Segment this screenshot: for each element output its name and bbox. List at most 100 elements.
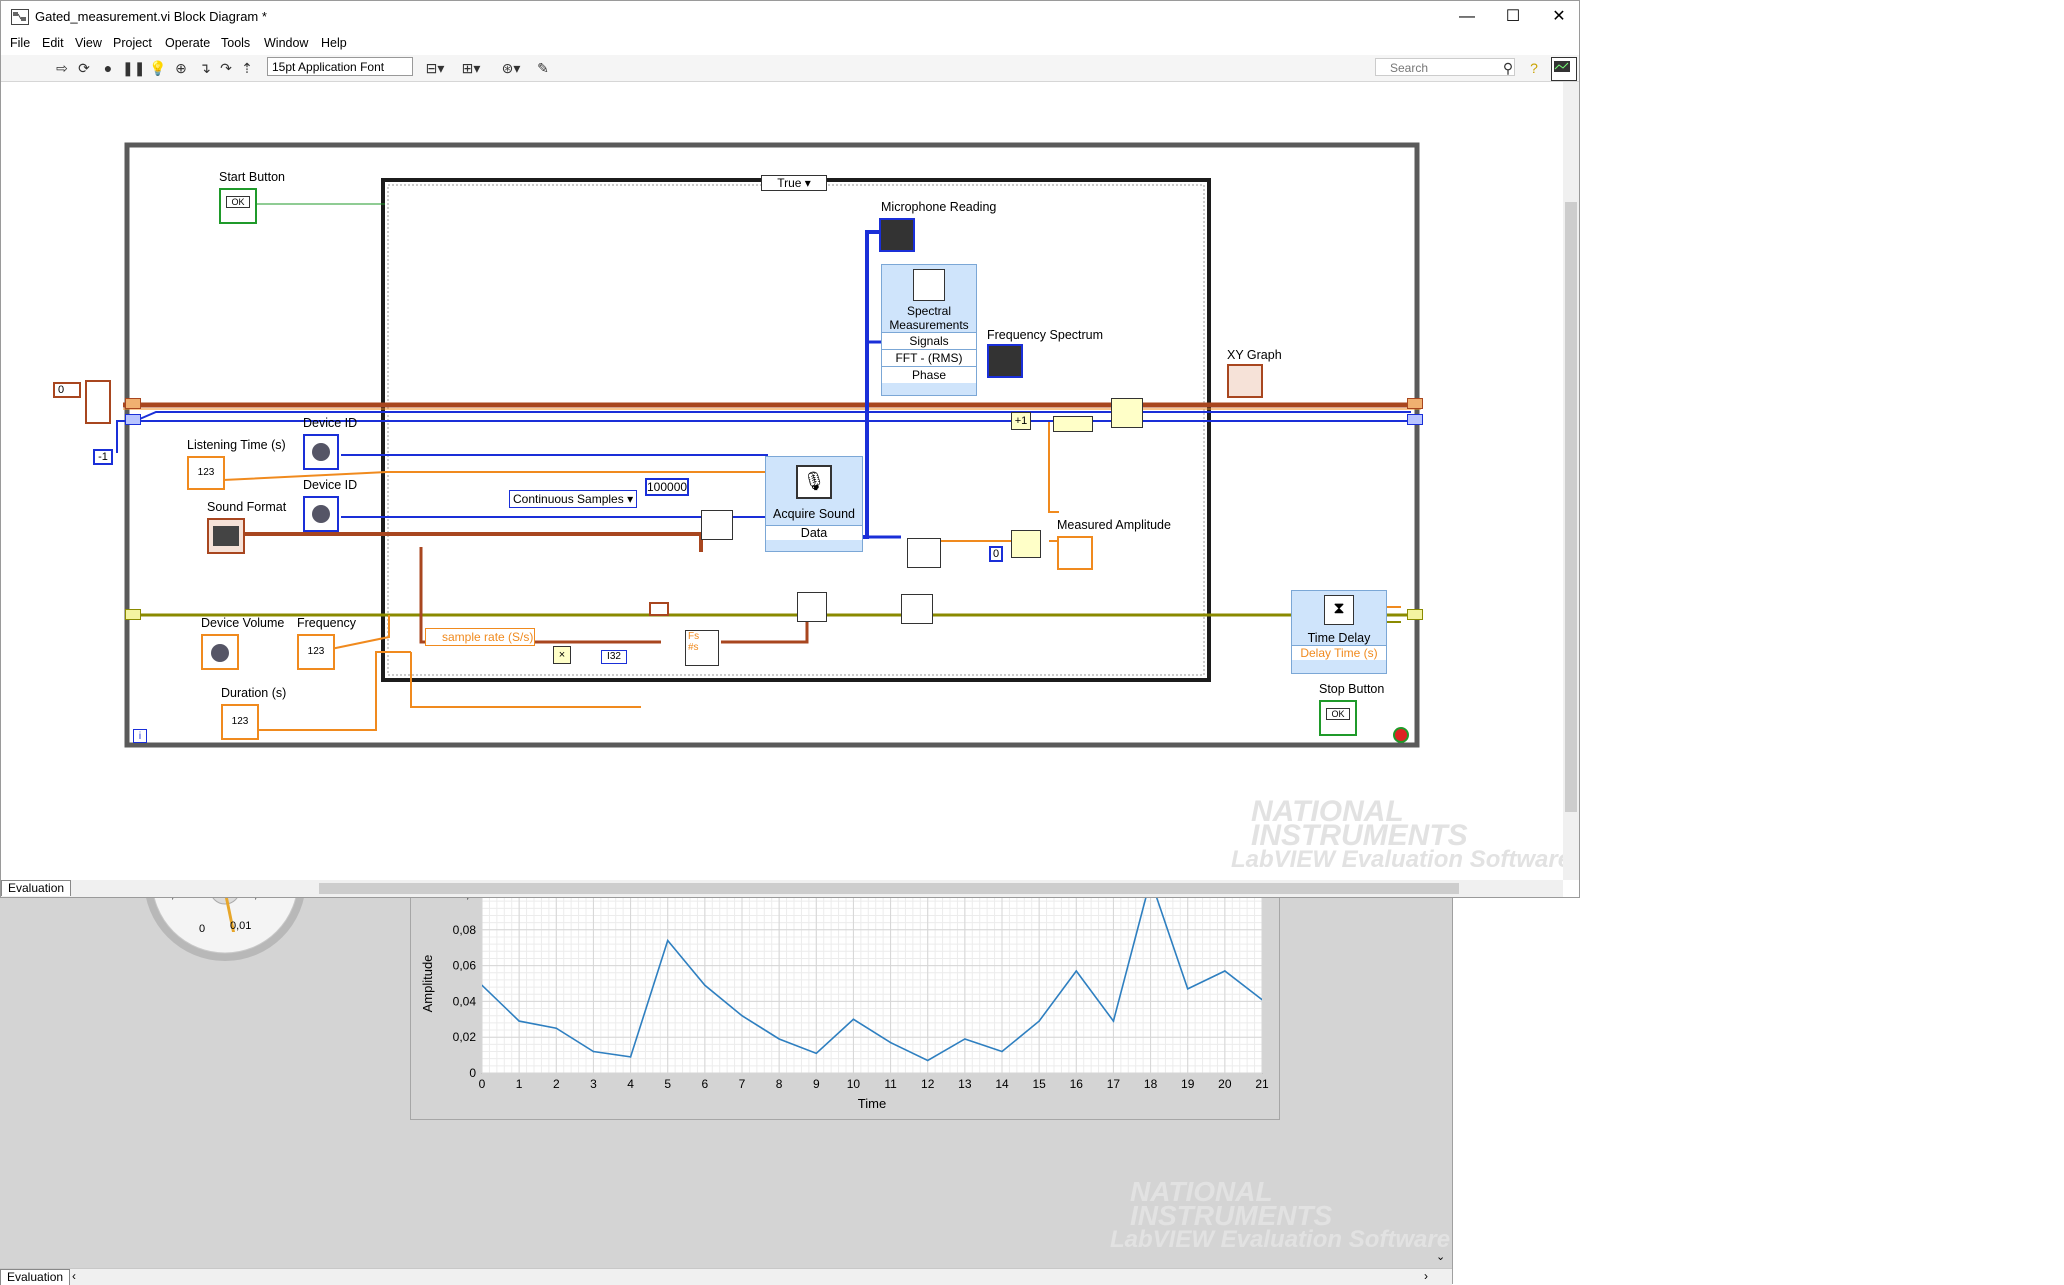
close-button[interactable]: ✕ [1536, 1, 1582, 33]
to-i32-function[interactable]: I32 [601, 650, 627, 664]
menu-project[interactable]: Project [113, 36, 152, 50]
shift-register-right-error[interactable] [1407, 609, 1423, 620]
pause-icon[interactable]: ❚❚ [122, 59, 140, 77]
x-tick-label: 16 [1070, 1077, 1084, 1091]
amplitude-data-point [518, 1020, 520, 1022]
x-tick-label: 7 [739, 1077, 746, 1091]
sound-format-terminal[interactable] [207, 518, 245, 554]
step-into-icon[interactable]: ↴ [196, 59, 214, 77]
shift-register-left-error[interactable] [125, 609, 141, 620]
spectral-signals-input[interactable]: Signals [882, 332, 976, 349]
align-icon[interactable]: ⊟▾ [421, 59, 449, 77]
sound-input-config-vi[interactable] [701, 510, 733, 540]
maximize-button[interactable]: ☐ [1490, 1, 1536, 33]
array-init-constant[interactable]: 0 [53, 382, 81, 398]
menu-tools[interactable]: Tools [221, 36, 250, 50]
build-array-function[interactable] [1111, 398, 1143, 428]
highlight-bulb-icon[interactable]: 💡 [149, 59, 167, 77]
menu-edit[interactable]: Edit [42, 36, 64, 50]
menu-file[interactable]: File [10, 36, 30, 50]
build-cluster-function[interactable] [1053, 416, 1093, 432]
amplitude-data-point [1113, 1020, 1115, 1022]
spectral-measurements-express-vi[interactable]: Spectral Measurements Signals FFT - (RMS… [881, 264, 977, 396]
vertical-scroll-thumb[interactable] [1565, 202, 1577, 812]
shift-register-right-blue[interactable] [1407, 414, 1423, 425]
increment-function[interactable]: +1 [1011, 412, 1031, 430]
xy-graph-terminal[interactable] [1227, 364, 1263, 398]
spectral-fft-output[interactable]: FFT - (RMS) [882, 349, 976, 366]
amplitude-data-point [927, 1060, 929, 1062]
sample-mode-constant[interactable]: Continuous Samples ▾ [509, 490, 637, 508]
x-tick-label: 12 [921, 1077, 935, 1091]
search-input[interactable]: Search [1375, 58, 1515, 76]
scroll-right-icon[interactable]: › [1424, 1269, 1428, 1283]
amplitude-data-point [1038, 1020, 1040, 1022]
sine-waveform-vi[interactable]: Fs #s [685, 630, 719, 666]
evaluation-tab[interactable]: Evaluation [0, 1269, 70, 1285]
run-continuous-icon[interactable]: ⟳ [75, 59, 93, 77]
label-device-id-2: Device ID [303, 478, 357, 492]
minus-one-constant[interactable]: -1 [93, 449, 113, 465]
frequency-spectrum-terminal[interactable] [987, 344, 1023, 378]
distribute-icon[interactable]: ⊞▾ [457, 59, 485, 77]
duration-terminal[interactable]: 123 [221, 704, 259, 740]
time-delay-express-vi[interactable]: ⧗ Time Delay Delay Time (s) [1291, 590, 1387, 674]
spectral-phase-output[interactable]: Phase [882, 366, 976, 383]
stop-button-terminal[interactable]: OK [1319, 700, 1357, 736]
device-id-1-terminal[interactable] [303, 434, 339, 470]
device-volume-terminal[interactable] [201, 634, 239, 670]
menu-operate[interactable]: Operate [165, 36, 210, 50]
iteration-terminal[interactable]: i [133, 729, 147, 743]
cleanup-icon[interactable]: ✎ [534, 59, 552, 77]
search-icon[interactable]: ⚲ [1499, 59, 1517, 77]
case-selector[interactable]: True ▾ [761, 175, 827, 191]
step-out-icon[interactable]: ⇡ [238, 59, 256, 77]
sound-output-config-vi[interactable] [797, 592, 827, 622]
amplitude-measure-vi[interactable] [907, 538, 941, 568]
label-frequency-spectrum: Frequency Spectrum [987, 328, 1103, 342]
scroll-left-icon[interactable]: ‹ [72, 1269, 76, 1283]
reorder-icon[interactable]: ⊛▾ [497, 59, 525, 77]
index-array-function[interactable] [1011, 530, 1041, 558]
shift-register-left[interactable] [125, 398, 141, 409]
sound-output-write-vi[interactable] [901, 594, 933, 624]
multiply-function[interactable]: × [553, 646, 571, 664]
microphone-icon: 🎙 [796, 465, 832, 499]
title-bar: Gated_measurement.vi Block Diagram * — ☐… [1, 1, 1579, 33]
sample-rate-unbundle[interactable]: sample rate (S/s) [425, 628, 535, 646]
menu-help[interactable]: Help [321, 36, 347, 50]
acquire-data-output[interactable]: Data [766, 525, 862, 540]
shift-register-right[interactable] [1407, 398, 1423, 409]
listening-time-terminal[interactable]: 123 [187, 456, 225, 490]
sound-format-constant[interactable] [649, 602, 669, 616]
abort-icon[interactable]: ● [99, 59, 117, 77]
run-arrow-icon[interactable]: ⇨ [53, 59, 71, 77]
block-diagram-canvas[interactable]: 0 -1 i True ▾ Start Button OK Listening … [1, 82, 1563, 880]
horizontal-scrollbar[interactable] [79, 880, 1563, 897]
menu-window[interactable]: Window [264, 36, 308, 50]
vertical-scrollbar[interactable] [1563, 82, 1579, 880]
device-id-2-terminal[interactable] [303, 496, 339, 532]
x-tick-label: 14 [995, 1077, 1009, 1091]
help-icon[interactable]: ? [1525, 59, 1543, 77]
x-tick-label: 0 [479, 1077, 486, 1091]
menu-view[interactable]: View [75, 36, 102, 50]
evaluation-tab[interactable]: Evaluation [1, 880, 71, 896]
stop-condition-terminal[interactable] [1393, 727, 1409, 743]
delay-time-input[interactable]: Delay Time (s) [1292, 645, 1386, 660]
microphone-reading-terminal[interactable] [879, 218, 915, 252]
acquire-sound-express-vi[interactable]: 🎙 Acquire Sound Data [765, 456, 863, 552]
index-constant[interactable]: 0 [989, 546, 1003, 562]
shift-register-left-blue[interactable] [125, 414, 141, 425]
font-selector[interactable]: 15pt Application Font [267, 57, 413, 76]
frequency-terminal[interactable]: 123 [297, 634, 335, 670]
measured-amplitude-terminal[interactable] [1057, 536, 1093, 570]
start-button-terminal[interactable]: OK [219, 188, 257, 224]
retain-wire-icon[interactable]: ⊕ [172, 59, 190, 77]
step-over-icon[interactable]: ↷ [217, 59, 235, 77]
samples-constant[interactable]: 100000 [645, 478, 689, 496]
array-shift-init[interactable] [85, 380, 111, 424]
horizontal-scroll-thumb[interactable] [319, 883, 1459, 894]
vi-connector-icon[interactable] [1551, 57, 1577, 81]
minimize-button[interactable]: — [1444, 1, 1490, 33]
